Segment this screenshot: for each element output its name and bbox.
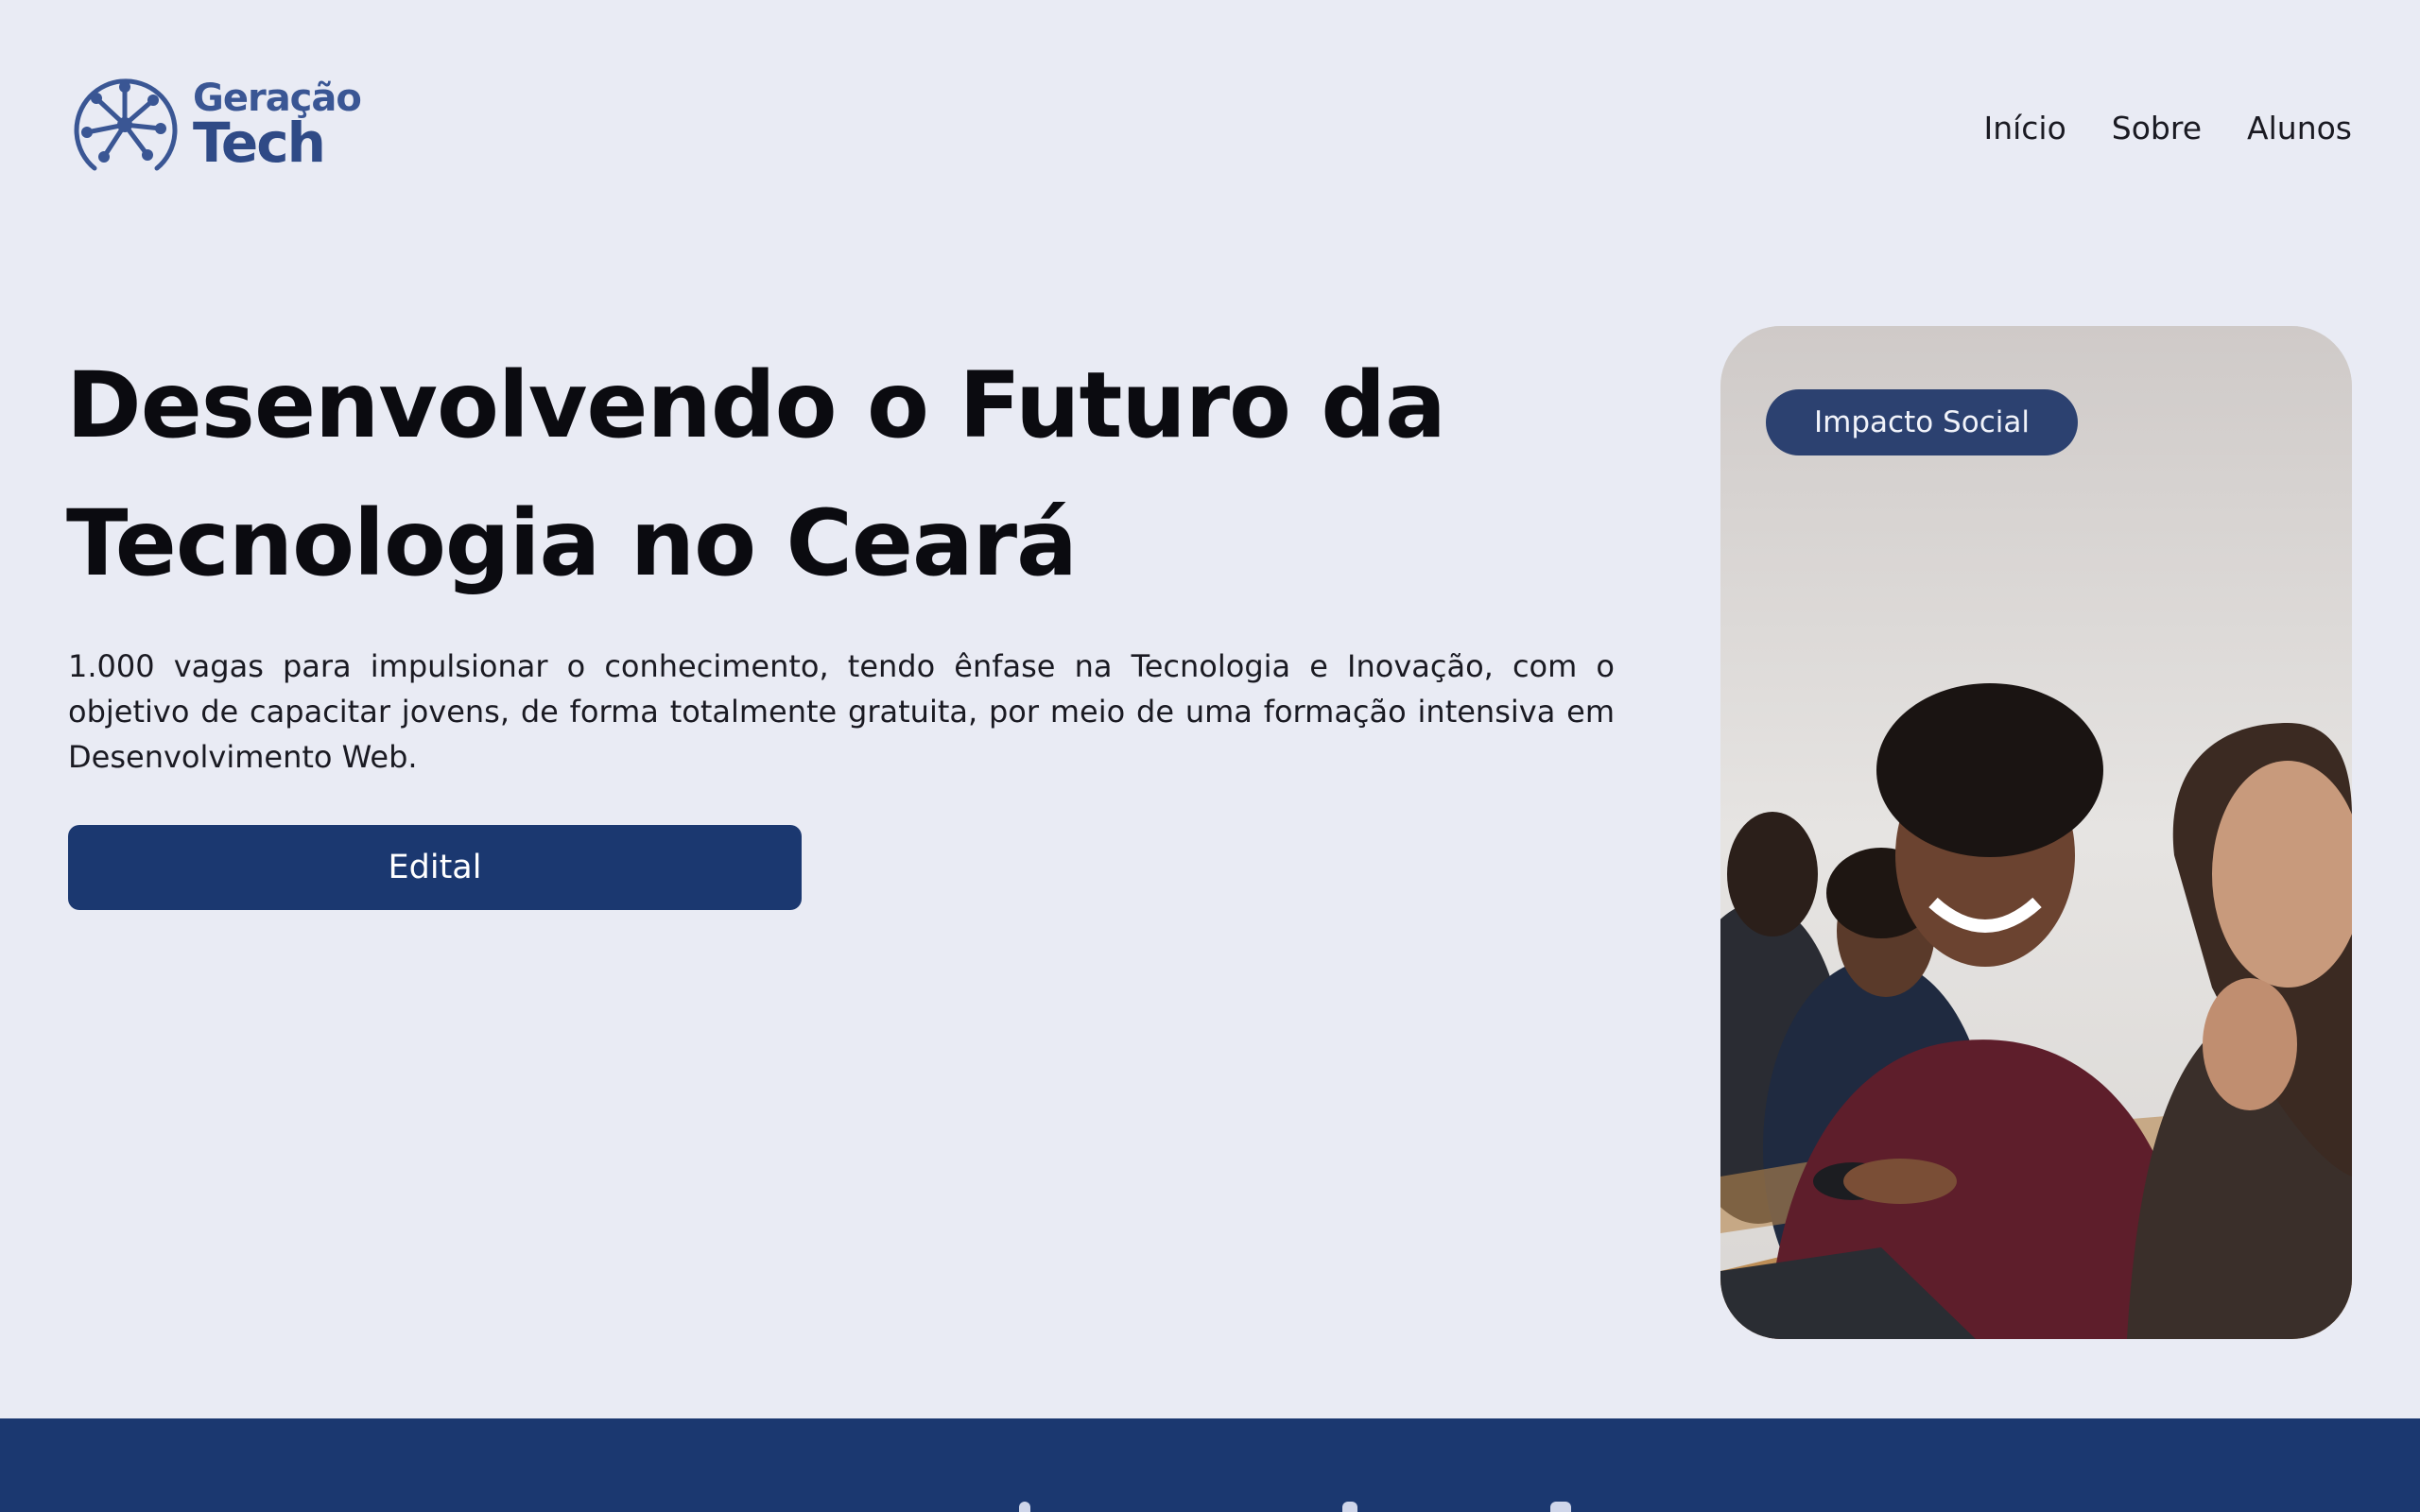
nav-link-alunos[interactable]: Alunos: [2247, 110, 2352, 146]
hero-title-line-1: Desenvolvendo o Futuro da: [66, 352, 1446, 458]
brand-logo[interactable]: Geração Tech: [66, 66, 362, 183]
impact-badge: Impacto Social: [1766, 389, 2078, 455]
footer-band: [0, 1418, 2420, 1512]
main-nav: Início Sobre Alunos: [1983, 110, 2352, 146]
edital-button[interactable]: Edital: [68, 825, 802, 910]
hero-title: Desenvolvendo o Futuro da Tecnologia no …: [66, 336, 1541, 612]
students-photo-card: Impacto Social: [1720, 326, 2352, 1339]
students-photo: [1720, 326, 2352, 1339]
footer-glyph-3: [1550, 1502, 1571, 1512]
hero-title-line-2: Tecnologia no Ceará: [66, 490, 1078, 596]
footer-glyph-1: [1019, 1502, 1030, 1512]
nav-link-sobre[interactable]: Sobre: [2112, 110, 2202, 146]
hero-description: 1.000 vagas para impulsionar o conhecime…: [68, 648, 1615, 775]
brand-name-bottom: Tech: [193, 111, 326, 175]
footer-glyph-2: [1342, 1502, 1357, 1512]
circuit-logo-icon: [74, 78, 178, 171]
brand-wordmark: Geração Tech: [193, 79, 362, 175]
nav-link-inicio[interactable]: Início: [1983, 110, 2066, 146]
